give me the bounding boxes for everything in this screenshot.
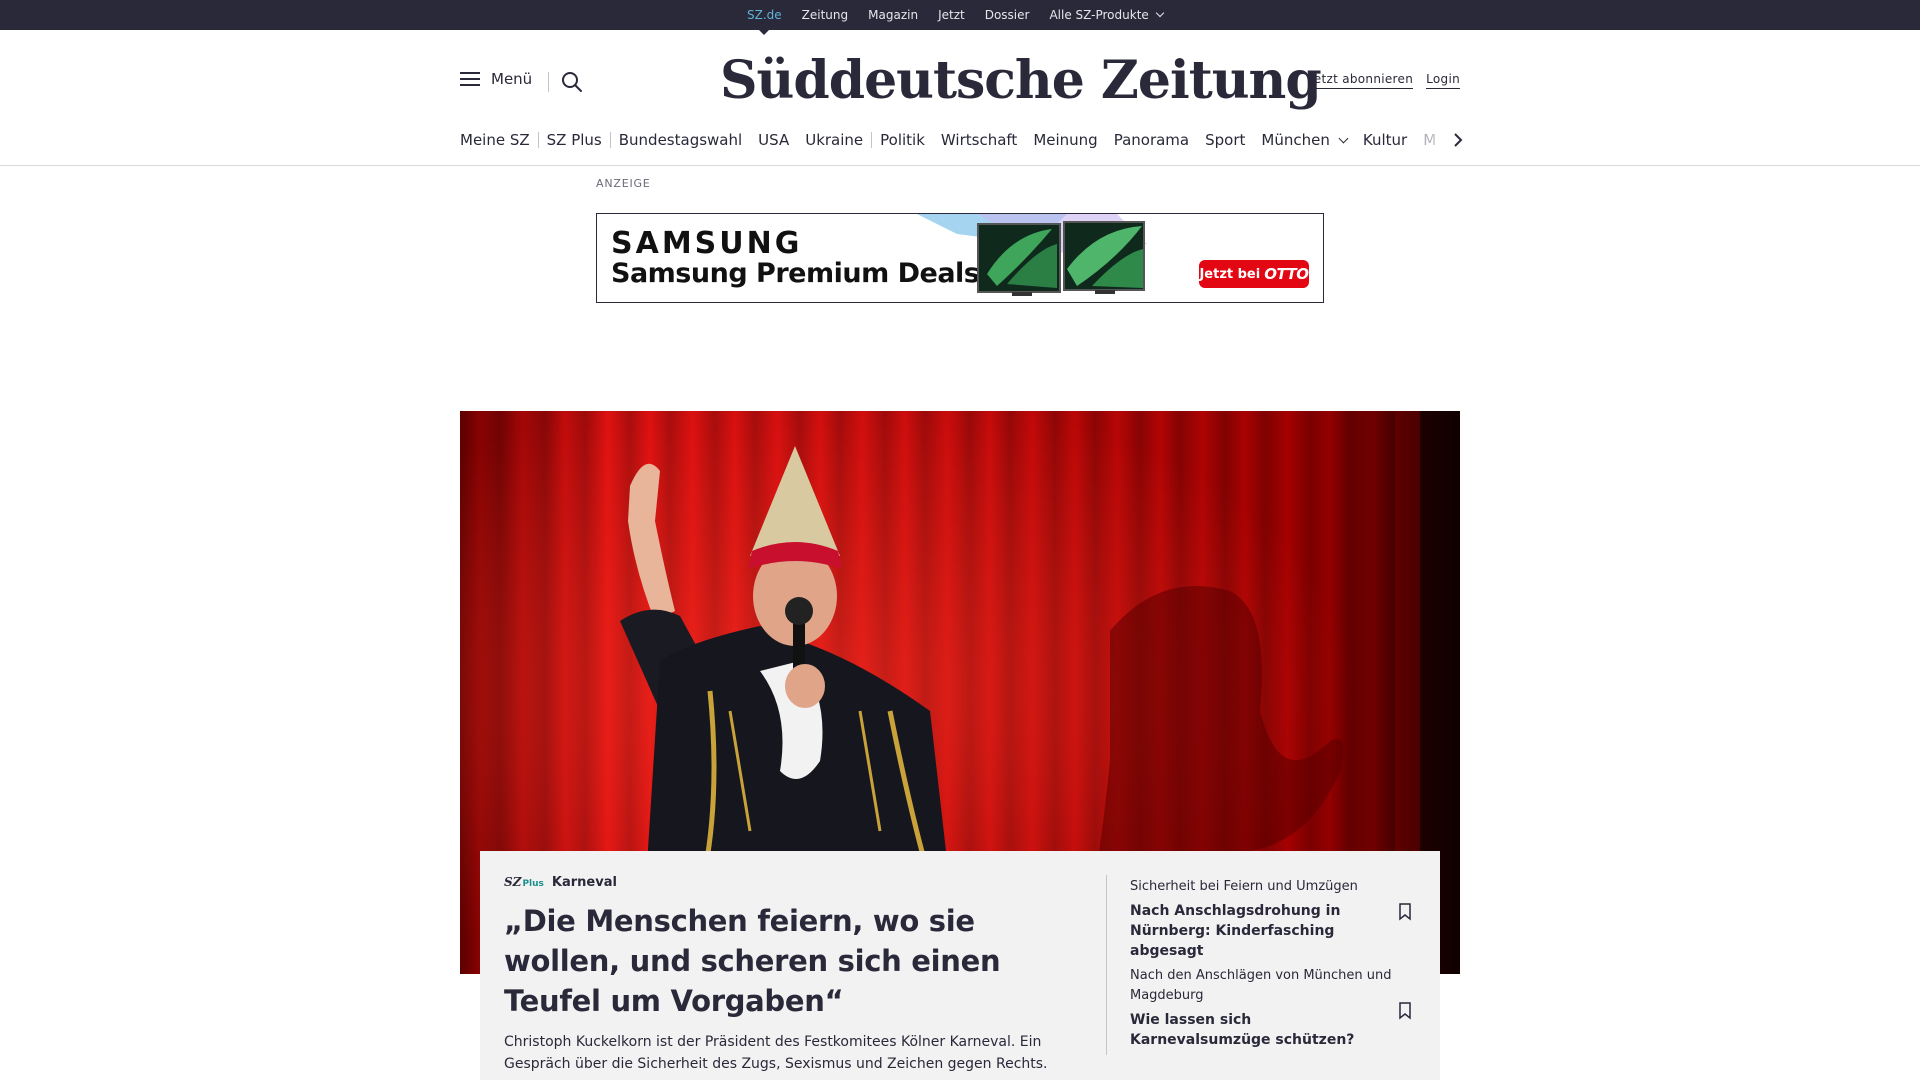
sz-plus-badge-plus: Plus bbox=[522, 879, 544, 889]
ad-cta-button[interactable]: Jetzt bei OTTO bbox=[1199, 260, 1309, 288]
chevron-right-icon bbox=[1454, 133, 1463, 147]
topbar-link-jetzt[interactable]: Jetzt bbox=[938, 8, 965, 22]
side-article-kicker: Nach den Anschlägen von München und Magd… bbox=[1130, 968, 1392, 1003]
header-account-links: Jetzt abonnieren Login bbox=[1309, 72, 1460, 89]
sz-plus-badge: SZPlus bbox=[504, 875, 544, 889]
menu-button[interactable]: Menü bbox=[460, 70, 532, 88]
ad-label: ANZEIGE bbox=[596, 177, 651, 190]
topbar-link-dossier[interactable]: Dossier bbox=[985, 8, 1030, 22]
nav-divider bbox=[609, 132, 611, 148]
side-article-title[interactable]: Wie lassen sich Karnevalsumzüge schützen… bbox=[1130, 1010, 1390, 1050]
nav-divider bbox=[537, 132, 539, 148]
article-headline[interactable]: „Die Menschen feiern, wo sie wollen, und… bbox=[504, 901, 1064, 1021]
sz-plus-badge-sz: SZ bbox=[504, 875, 522, 889]
topbar-link-szde[interactable]: SZ.de bbox=[747, 8, 782, 22]
top-bar: SZ.de Zeitung Magazin Jetzt Dossier Alle… bbox=[0, 0, 1920, 30]
nav-scroll-right-button[interactable] bbox=[1448, 130, 1468, 150]
site-header: Menü Süddeutsche Zeitung Jetzt abonniere… bbox=[0, 30, 1920, 166]
nav-divider bbox=[871, 132, 873, 148]
site-logo[interactable]: Süddeutsche Zeitung bbox=[720, 50, 1322, 120]
section-nav: Meine SZ SZ Plus Bundestagswahl USA Ukra… bbox=[460, 128, 1436, 152]
topbar-link-alle-produkte-label: Alle SZ-Produkte bbox=[1049, 8, 1149, 22]
nav-item-meine-sz[interactable]: Meine SZ bbox=[460, 131, 530, 149]
side-article[interactable]: Nach den Anschlägen von München und Magd… bbox=[1130, 966, 1406, 1050]
search-icon bbox=[562, 72, 582, 92]
article-teaser-text: Christoph Kuckelkorn ist der Präsident d… bbox=[504, 1034, 1048, 1072]
nav-item-sz-plus[interactable]: SZ Plus bbox=[547, 131, 602, 149]
ad-cta-text: Jetzt bei bbox=[1199, 266, 1261, 282]
chevron-down-icon bbox=[1155, 8, 1165, 18]
header-divider bbox=[548, 72, 549, 92]
nav-item-wirtschaft[interactable]: Wirtschaft bbox=[941, 131, 1017, 149]
side-article-title[interactable]: Nach Anschlagsdrohung in Nürnberg: Kinde… bbox=[1130, 901, 1390, 961]
menu-label: Menü bbox=[491, 70, 533, 88]
nav-item-muenchen-label: München bbox=[1261, 131, 1330, 149]
side-article[interactable]: Sicherheit bei Feiern und Umzügen Nach A… bbox=[1130, 877, 1406, 961]
nav-item-ukraine[interactable]: Ukraine bbox=[805, 131, 863, 149]
side-article-kicker: Sicherheit bei Feiern und Umzügen bbox=[1130, 879, 1358, 894]
topbar-link-alle-produkte[interactable]: Alle SZ-Produkte bbox=[1049, 8, 1165, 22]
nav-item-meinung[interactable]: Meinung bbox=[1033, 131, 1097, 149]
topbar-link-magazin[interactable]: Magazin bbox=[868, 8, 918, 22]
chevron-down-icon bbox=[1338, 133, 1349, 144]
main-article-teaser[interactable]: SZPlus Karneval „Die Menschen feiern, wo… bbox=[504, 873, 1064, 1075]
hamburger-icon bbox=[460, 71, 480, 87]
nav-item-muenchen[interactable]: München bbox=[1261, 131, 1349, 149]
topbar-link-zeitung[interactable]: Zeitung bbox=[802, 8, 848, 22]
bookmark-button[interactable] bbox=[1398, 1002, 1412, 1020]
otto-logo: OTTO bbox=[1264, 265, 1309, 283]
bookmark-icon bbox=[1399, 1002, 1411, 1020]
top-bar-nav: SZ.de Zeitung Magazin Jetzt Dossier Alle… bbox=[747, 0, 1183, 30]
nav-item-usa[interactable]: USA bbox=[758, 131, 789, 149]
nav-item-kultur[interactable]: Kultur bbox=[1363, 131, 1407, 149]
search-button[interactable] bbox=[560, 70, 584, 94]
bookmark-button[interactable] bbox=[1398, 903, 1412, 921]
teaser-card: SZPlus Karneval „Die Menschen feiern, wo… bbox=[480, 851, 1440, 1080]
subscribe-link[interactable]: Jetzt abonnieren bbox=[1309, 72, 1414, 89]
login-link[interactable]: Login bbox=[1426, 72, 1460, 89]
nav-item-politik[interactable]: Politik bbox=[880, 131, 925, 149]
ad-tv-image bbox=[917, 214, 1147, 296]
ad-brand: SAMSUNG bbox=[611, 226, 803, 261]
article-kicker: SZPlus Karneval bbox=[504, 873, 1064, 891]
bookmark-icon bbox=[1399, 903, 1411, 921]
nav-item-sport[interactable]: Sport bbox=[1205, 131, 1245, 149]
card-divider bbox=[1106, 875, 1107, 1055]
nav-item-panorama[interactable]: Panorama bbox=[1114, 131, 1189, 149]
kicker-label: Karneval bbox=[551, 874, 617, 890]
advertisement-banner[interactable]: SAMSUNG Samsung Premium Deals Jetzt bei … bbox=[596, 213, 1324, 303]
nav-item-bundestagswahl[interactable]: Bundestagswahl bbox=[619, 131, 742, 149]
